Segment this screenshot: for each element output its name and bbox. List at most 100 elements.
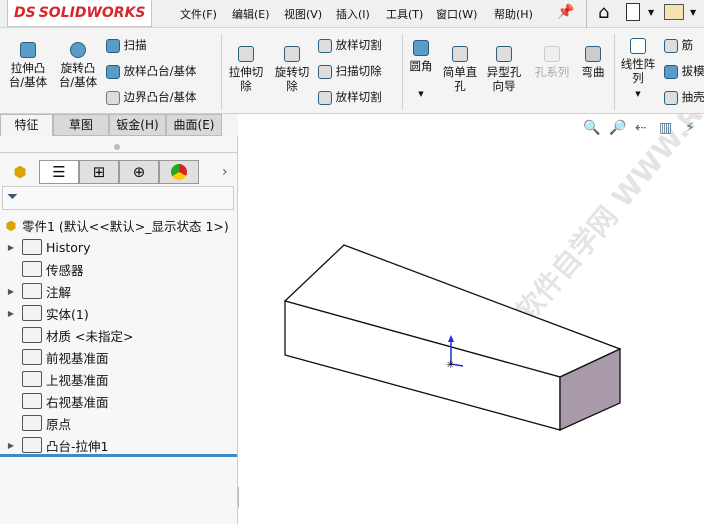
tree-item-label: 上视基准面 — [46, 372, 109, 388]
divider — [586, 0, 587, 28]
plane-icon — [22, 393, 42, 409]
simple-hole-icon — [452, 46, 468, 62]
expand-arrow-icon[interactable]: ▶ — [0, 309, 22, 318]
label: 简单直孔 — [442, 65, 478, 93]
boundary-boss-icon — [106, 90, 120, 105]
tab-features[interactable]: 特征 — [0, 114, 53, 136]
tree-item[interactable]: 材质 <未指定> — [0, 324, 238, 346]
hole-series-button[interactable]: 孔系列 — [530, 46, 574, 79]
tree-item[interactable]: 原点 — [0, 412, 238, 434]
sweep-cut-button[interactable]: 扫描切除 — [318, 64, 382, 79]
configuration-manager-tab-icon[interactable]: ⊞ — [79, 160, 119, 184]
expand-arrow-icon[interactable]: ▶ — [0, 441, 22, 450]
chevron-right-icon[interactable]: › — [222, 164, 228, 180]
new-document-icon[interactable] — [626, 3, 640, 21]
sweep-icon — [106, 38, 120, 53]
rib-icon — [664, 38, 678, 53]
tree-item[interactable]: ▶ 实体(1) — [0, 302, 238, 324]
label: 孔系列 — [534, 65, 570, 79]
menu-tools[interactable]: 工具(T) — [386, 6, 423, 22]
display-manager-tab-icon[interactable] — [159, 160, 199, 184]
tree-item[interactable]: 传感器 — [0, 258, 238, 280]
zoom-to-area-icon[interactable]: 🔎 — [609, 120, 627, 138]
revolve-cut-icon — [284, 46, 300, 62]
section-view-icon[interactable]: ▥ — [659, 120, 677, 138]
expand-arrow-icon[interactable]: ▶ — [0, 287, 22, 296]
flex-button[interactable]: 弯曲 — [578, 46, 608, 79]
solidworks-logo[interactable]: DS SOLIDWORKS — [7, 0, 152, 27]
menu-window[interactable]: 窗口(W) — [436, 6, 477, 22]
label: 弯曲 — [581, 65, 605, 79]
tab-surfaces[interactable]: 曲面(E) — [166, 114, 222, 136]
label: 扫描切除 — [335, 64, 382, 78]
dimxpert-manager-tab-icon[interactable]: ⊕ — [119, 160, 159, 184]
linear-pattern-button[interactable]: 线性阵列 ▼ — [618, 38, 658, 101]
tree-item[interactable]: 前视基准面 — [0, 346, 238, 368]
extrude-boss-button[interactable]: 拉伸凸台/基体 — [6, 42, 50, 89]
chevron-down-icon[interactable]: ▼ — [618, 87, 658, 101]
boundary-boss-button[interactable]: 边界凸台/基体 — [106, 90, 197, 105]
tree-item-label: 前视基准面 — [46, 350, 109, 366]
pin-icon[interactable]: 📌 — [557, 4, 574, 20]
label: 筋 — [681, 38, 694, 52]
boundary-cut-button[interactable]: 放样切割 — [318, 90, 382, 105]
tree-item-label: 右视基准面 — [46, 394, 109, 410]
chevron-down-icon[interactable]: ▼ — [406, 87, 436, 101]
material-icon — [22, 327, 42, 343]
feature-manager-panel: ⬢ ☰ ⊞ ⊕ › ⏷ ⬢ 零件1 (默认<<默认>_显示状态 1>) ▶ Hist… — [0, 136, 246, 524]
feature-manager-tab-icon[interactable]: ⬢ — [0, 160, 40, 184]
extrude-boss-icon — [20, 42, 36, 58]
fillet-button[interactable]: 圆角 ▼ — [406, 40, 436, 101]
tab-sketch[interactable]: 草图 — [53, 114, 109, 136]
menu-file[interactable]: 文件(F) — [180, 6, 217, 22]
tab-sheet-metal[interactable]: 钣金(H) — [109, 114, 166, 136]
rib-button[interactable]: 筋 — [664, 38, 693, 53]
revolve-boss-button[interactable]: 旋转凸台/基体 — [56, 42, 100, 89]
draft-button[interactable]: 拔模 — [664, 64, 704, 79]
tree-item[interactable]: ▶ 注解 — [0, 280, 238, 302]
label: 拉伸切除 — [228, 65, 264, 93]
shell-button[interactable]: 抽壳 — [664, 90, 704, 105]
divider — [0, 152, 238, 153]
tree-item[interactable]: ▶ History — [0, 236, 238, 258]
logo-text: SOLIDWORKS — [38, 5, 146, 21]
menu-help[interactable]: 帮助(H) — [494, 6, 533, 22]
revolve-cut-button[interactable]: 旋转切除 — [272, 46, 312, 93]
loft-boss-button[interactable]: 放样凸台/基体 — [106, 64, 197, 79]
boundary-cut-icon — [318, 90, 332, 105]
previous-view-icon[interactable]: ⇠ — [635, 120, 653, 138]
open-folder-icon[interactable] — [664, 4, 684, 20]
filter-icon[interactable]: ⏷ — [2, 186, 234, 210]
chevron-down-icon[interactable]: ▼ — [648, 8, 654, 17]
extrude-cut-button[interactable]: 拉伸切除 — [226, 46, 266, 93]
rollback-bar[interactable] — [0, 454, 237, 457]
property-manager-tab-icon[interactable]: ☰ — [39, 160, 79, 184]
home-icon[interactable]: ⌂ — [598, 2, 609, 23]
zoom-to-fit-icon[interactable]: 🔍 — [583, 120, 601, 138]
loft-cut-button[interactable]: 放样切割 — [318, 38, 382, 53]
splitter-handle[interactable] — [114, 144, 120, 150]
tree-root-part[interactable]: ⬢ 零件1 (默认<<默认>_显示状态 1>) — [0, 214, 238, 236]
chevron-down-icon[interactable]: ▼ — [690, 8, 696, 17]
hole-wizard-button[interactable]: 异型孔向导 — [484, 46, 524, 93]
shell-icon — [664, 90, 678, 105]
tree-item-label: 传感器 — [46, 262, 84, 278]
tree-item[interactable]: 右视基准面 — [0, 390, 238, 412]
simple-hole-button[interactable]: 简单直孔 — [440, 46, 480, 93]
tree-item[interactable]: ▶ 凸台-拉伸1 — [0, 434, 238, 456]
tree-item-label: 原点 — [46, 416, 72, 432]
tree-item[interactable]: 上视基准面 — [0, 368, 238, 390]
menu-edit[interactable]: 编辑(E) — [232, 6, 270, 22]
menu-insert[interactable]: 插入(I) — [336, 6, 370, 22]
tree-item-label: 实体(1) — [46, 306, 89, 322]
menu-view[interactable]: 视图(V) — [284, 6, 322, 22]
label: 放样切割 — [335, 90, 382, 104]
extrude-cut-icon — [238, 46, 254, 62]
label: 圆角 — [409, 59, 433, 73]
plane-icon — [22, 371, 42, 387]
dynamic-annotation-icon[interactable]: ⚡ — [685, 120, 703, 138]
graphics-area[interactable]: 软件自学网 WWW.RJZXW.COM ✳ 🔍 🔎 ⇠ ▥ ⚡ — [239, 0, 704, 524]
sweep-button[interactable]: 扫描 — [106, 38, 147, 53]
expand-arrow-icon[interactable]: ▶ — [0, 243, 22, 252]
loft-boss-icon — [106, 64, 120, 79]
